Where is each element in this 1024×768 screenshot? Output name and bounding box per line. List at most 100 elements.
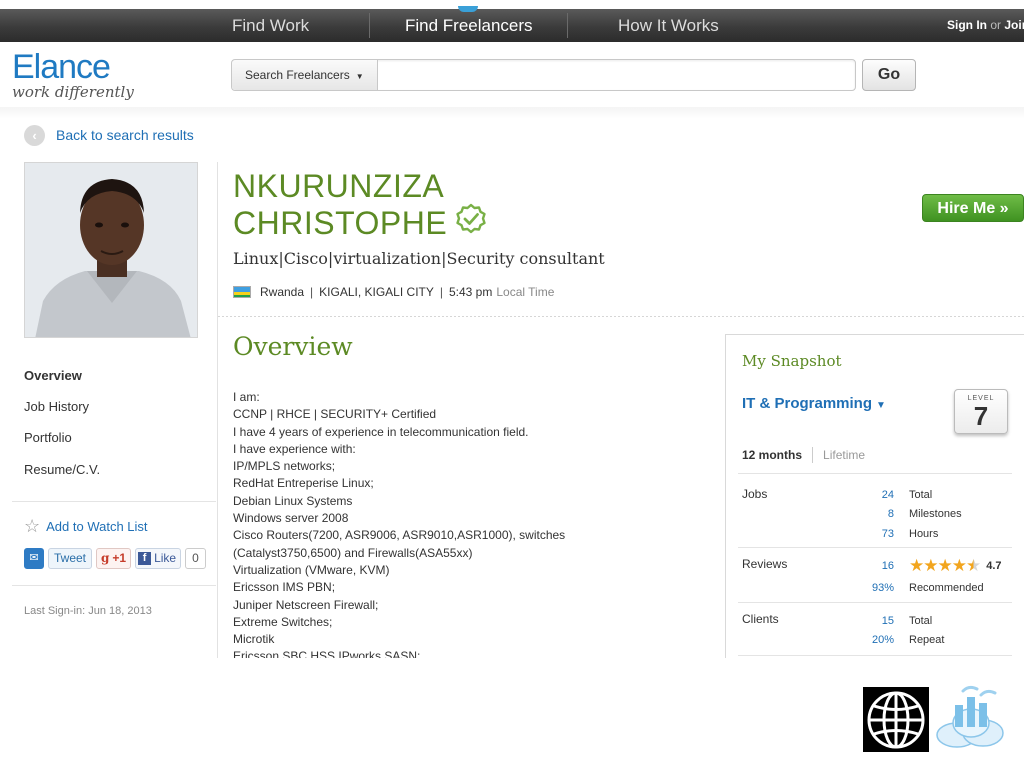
repeat-label: Repeat bbox=[909, 634, 945, 646]
hours-count: 73 bbox=[881, 528, 894, 540]
recommended-label: Recommended bbox=[909, 582, 984, 594]
caret-down-icon: ▼ bbox=[355, 72, 364, 81]
avatar bbox=[25, 163, 197, 337]
logo-tagline: work differently bbox=[12, 83, 134, 101]
like-label: Like bbox=[154, 550, 177, 565]
signin-or: or bbox=[990, 18, 1002, 32]
sign-in-link[interactable]: Sign In bbox=[947, 18, 987, 32]
reviews-label: Reviews bbox=[742, 557, 788, 571]
column-divider bbox=[217, 162, 218, 658]
overview-line: Ericsson IMS PBN; bbox=[233, 580, 336, 595]
search-bar: Search Freelancers ▼ bbox=[231, 59, 856, 91]
nav-separator bbox=[369, 13, 370, 38]
hours-label: Hours bbox=[909, 528, 939, 540]
overview-line: Virtualization (VMware, KVM) bbox=[233, 562, 390, 577]
milestones-label: Milestones bbox=[909, 508, 962, 520]
sidebar-item-overview[interactable]: Overview bbox=[24, 368, 82, 383]
period-toggle: 12 months Lifetime bbox=[742, 447, 865, 463]
join-link[interactable]: Join bbox=[1004, 18, 1024, 32]
email-share-button[interactable]: ✉ bbox=[24, 547, 44, 569]
star-icon: ★ bbox=[937, 556, 953, 575]
divider bbox=[12, 501, 216, 502]
divider bbox=[218, 316, 1024, 317]
clients-total-label: Total bbox=[909, 615, 933, 627]
divider bbox=[738, 602, 1012, 603]
top-nav-bar: Find Work Find Freelancers How It Works … bbox=[0, 6, 1024, 42]
header-band bbox=[0, 107, 1024, 119]
freelancer-name: NKURUNZIZA CHRISTOPHE bbox=[233, 168, 633, 243]
add-to-watch-list-link[interactable]: ☆ Add to Watch List bbox=[24, 517, 148, 535]
go-button[interactable]: Go bbox=[862, 59, 916, 91]
facebook-like-button[interactable]: f Like bbox=[135, 547, 182, 569]
logo-word: Elance bbox=[12, 48, 111, 86]
rating-value: 4.7 bbox=[986, 559, 1002, 572]
star-icon: ★ bbox=[951, 556, 967, 575]
location-line: Rwanda | KIGALI, KIGALI CITY | 5:43 pm L… bbox=[233, 285, 554, 299]
rating-stars: ★ ★ ★ ★ ★ 4.7 bbox=[909, 557, 1002, 574]
cloud-factory-icon bbox=[936, 685, 1004, 748]
profile-photo bbox=[24, 162, 198, 338]
sidebar-item-resume[interactable]: Resume/C.V. bbox=[24, 462, 100, 477]
nav-find-work[interactable]: Find Work bbox=[232, 9, 309, 42]
snapshot-title: My Snapshot bbox=[742, 352, 842, 370]
nav-find-freelancers[interactable]: Find Freelancers bbox=[405, 9, 533, 42]
star-icon: ★ bbox=[909, 556, 925, 575]
divider bbox=[738, 655, 1012, 656]
clients-total: 15 bbox=[881, 615, 894, 627]
local-time: 5:43 pm bbox=[448, 285, 493, 299]
search-input[interactable] bbox=[379, 60, 855, 90]
last-signin: Last Sign-in: Jun 18, 2013 bbox=[24, 605, 152, 617]
star-outline-icon: ☆ bbox=[24, 516, 41, 536]
reviews-count[interactable]: 16 bbox=[866, 560, 894, 572]
overview-title: Overview bbox=[233, 332, 353, 361]
name-line-1: NKURUNZIZA bbox=[233, 168, 445, 204]
overview-line: Debian Linux Systems bbox=[233, 493, 353, 508]
level-value: 7 bbox=[973, 401, 989, 431]
overview-line: Extreme Switches; bbox=[233, 614, 333, 629]
social-buttons: ✉ Tweet g +1 f Like 0 bbox=[24, 547, 210, 569]
gplus-label: +1 bbox=[112, 550, 127, 565]
rwanda-flag-icon bbox=[233, 286, 251, 298]
nav-how-it-works[interactable]: How It Works bbox=[618, 9, 719, 42]
search-scope-dropdown[interactable]: Search Freelancers ▼ bbox=[232, 60, 378, 90]
overview-line: RedHat Entreperise Linux; bbox=[233, 476, 374, 491]
sidebar-item-job-history[interactable]: Job History bbox=[24, 399, 89, 414]
period-12-months[interactable]: 12 months bbox=[742, 448, 802, 462]
page: Find Work Find Freelancers How It Works … bbox=[0, 0, 1024, 768]
overview-text: I am: CCNP | RHCE | SECURITY+ Certified I … bbox=[233, 389, 713, 658]
jobs-total-label: Total bbox=[909, 489, 933, 501]
city: KIGALI, KIGALI CITY bbox=[319, 285, 434, 299]
milestones-count: 8 bbox=[887, 508, 894, 520]
overview-line: CCNP | RHCE | SECURITY+ Certified bbox=[233, 407, 437, 422]
google-plus-button[interactable]: g +1 bbox=[96, 547, 132, 569]
hire-me-button[interactable]: Hire Me » bbox=[922, 194, 1024, 222]
period-lifetime[interactable]: Lifetime bbox=[823, 448, 865, 462]
overview-line: I have 4 years of experience in telecomm… bbox=[233, 424, 529, 439]
recommended-percent: 93% bbox=[871, 582, 894, 594]
elance-logo[interactable]: Elance work differently bbox=[12, 50, 142, 106]
local-time-label: Local Time bbox=[496, 285, 555, 299]
overview-line: I am: bbox=[233, 390, 260, 404]
profile-tagline: Linux|Cisco|virtualization|Security cons… bbox=[233, 249, 605, 268]
caret-down-icon: ▼ bbox=[876, 400, 886, 411]
globe-icon bbox=[867, 691, 925, 749]
divider bbox=[738, 473, 1012, 474]
country: Rwanda bbox=[260, 285, 305, 299]
jobs-label: Jobs bbox=[742, 487, 768, 501]
google-plus-icon: g bbox=[101, 550, 110, 565]
repeat-percent: 20% bbox=[871, 634, 894, 646]
tweet-button[interactable]: Tweet bbox=[48, 547, 93, 569]
overview-line: (Catalyst3750,6500) and Firewalls(ASA55x… bbox=[233, 545, 473, 560]
category-dropdown[interactable]: IT & Programming ▼ bbox=[742, 395, 886, 412]
signin-area: Sign In or Join bbox=[947, 9, 1024, 42]
half-star-icon: ★ bbox=[966, 556, 982, 575]
cloud-factory-logo bbox=[933, 683, 1007, 751]
overview-line: Juniper Netscreen Firewall; bbox=[233, 597, 379, 612]
nav-separator bbox=[567, 13, 568, 38]
sidebar-item-portfolio[interactable]: Portfolio bbox=[24, 430, 72, 445]
jobs-total[interactable]: 24 bbox=[866, 489, 894, 501]
back-label: Back to search results bbox=[56, 127, 194, 143]
overview-line: Microtik bbox=[233, 632, 275, 647]
name-line-2: CHRISTOPHE bbox=[233, 205, 448, 241]
back-to-results-link[interactable]: ‹ Back to search results bbox=[24, 124, 194, 146]
